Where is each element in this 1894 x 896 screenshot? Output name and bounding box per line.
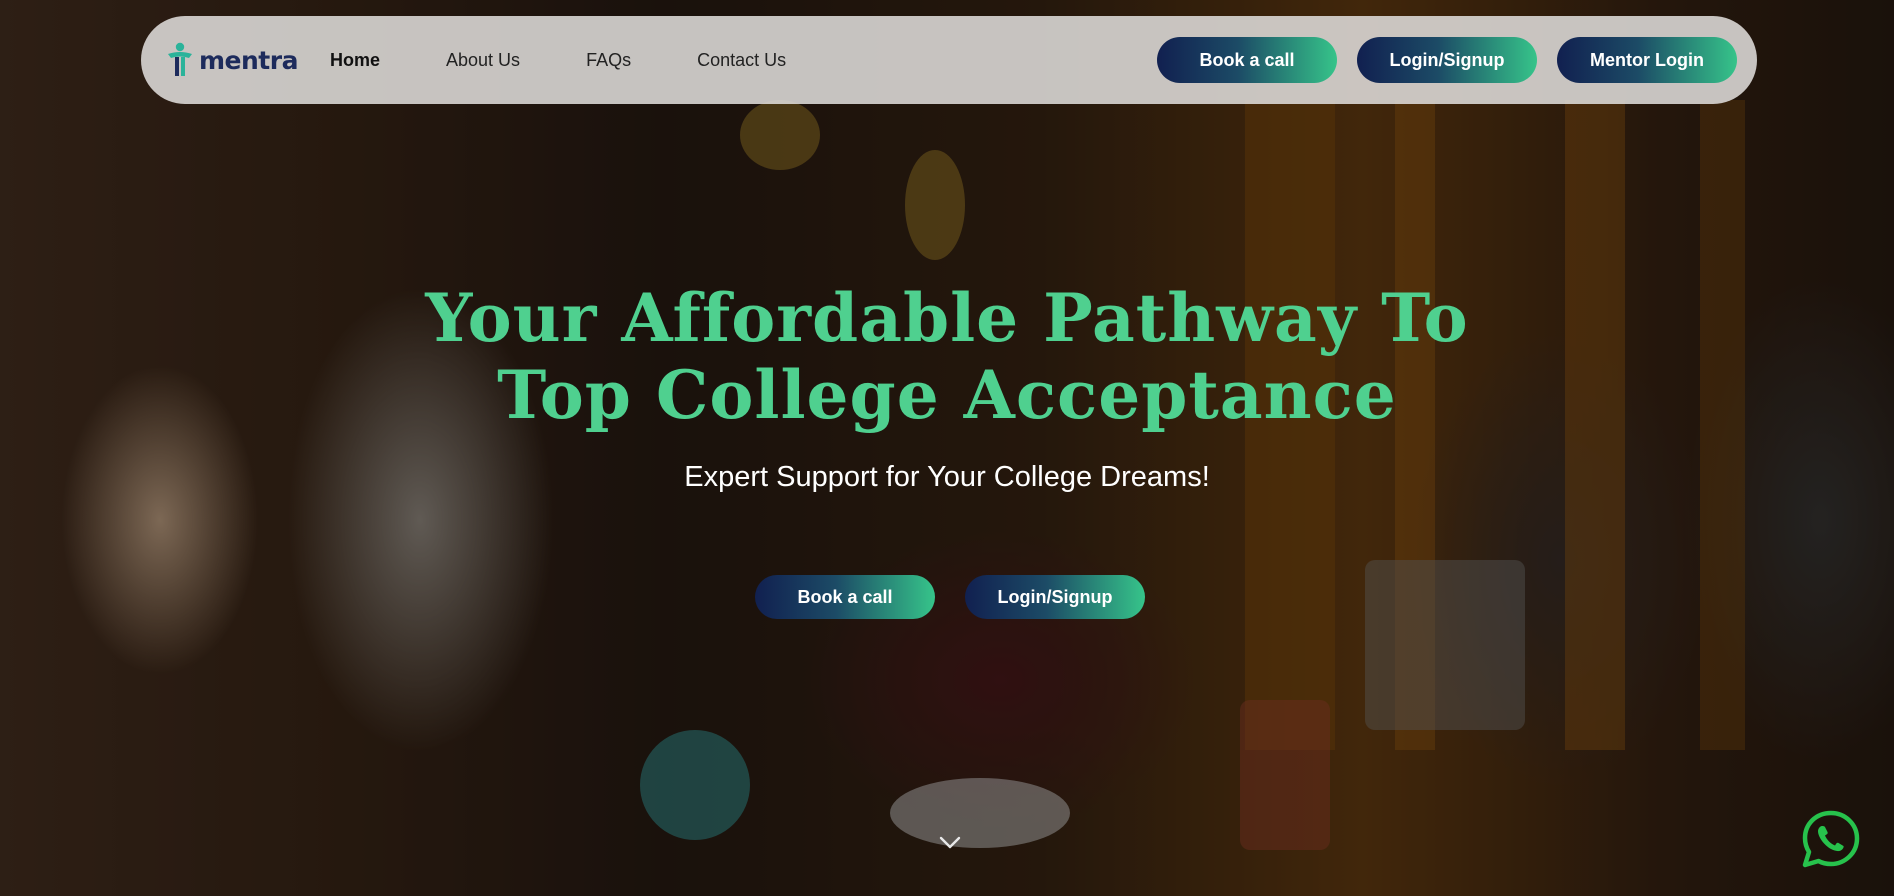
nav-link-contact-us[interactable]: Contact Us xyxy=(697,50,786,71)
hero-dark-overlay xyxy=(0,0,1894,896)
nav-link-about-us[interactable]: About Us xyxy=(446,50,520,71)
hero-login-signup-button[interactable]: Login/Signup xyxy=(965,575,1145,619)
hero-title: Your Affordable Pathway To Top College A… xyxy=(0,280,1894,434)
hero-title-line-2: Top College Acceptance xyxy=(497,356,1397,434)
mentra-logo-icon xyxy=(165,42,195,78)
nav-login-signup-button[interactable]: Login/Signup xyxy=(1357,37,1537,83)
brand-logo[interactable]: mentra xyxy=(165,42,298,78)
hero-title-line-1: Your Affordable Pathway To xyxy=(425,279,1469,357)
nav-link-home[interactable]: Home xyxy=(330,50,380,71)
hero-subtitle: Expert Support for Your College Dreams! xyxy=(684,461,1210,493)
whatsapp-icon[interactable] xyxy=(1800,808,1862,870)
hero-book-call-button[interactable]: Book a call xyxy=(755,575,935,619)
top-navbar: mentra Home About Us FAQs Contact Us Boo… xyxy=(141,16,1757,104)
brand-name: mentra xyxy=(199,45,298,75)
nav-actions: Book a call Login/Signup Mentor Login xyxy=(1157,37,1737,83)
hero-actions: Book a call Login/Signup xyxy=(755,575,1145,619)
chevron-down-icon[interactable] xyxy=(937,829,963,855)
nav-link-faqs[interactable]: FAQs xyxy=(586,50,631,71)
nav-mentor-login-button[interactable]: Mentor Login xyxy=(1557,37,1737,83)
main-nav: Home About Us FAQs Contact Us xyxy=(330,16,852,104)
nav-book-call-button[interactable]: Book a call xyxy=(1157,37,1337,83)
